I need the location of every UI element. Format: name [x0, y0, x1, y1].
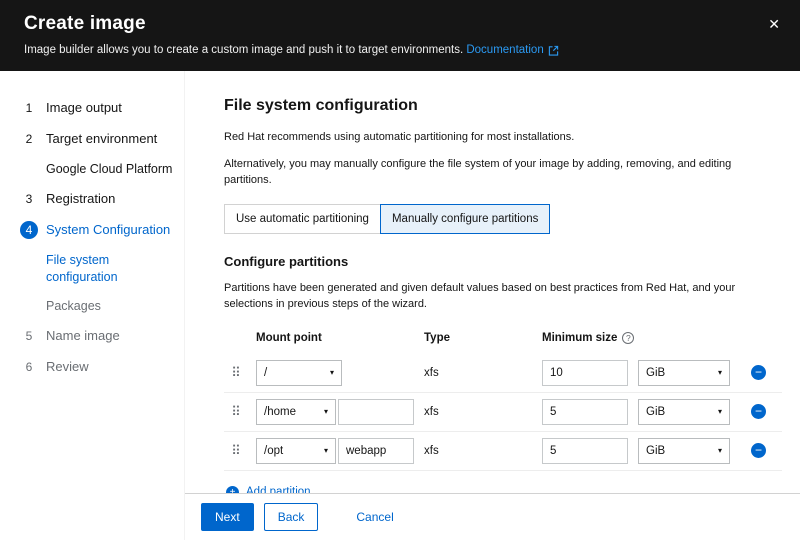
type-value: xfs: [424, 366, 439, 379]
wizard-step-target-environment[interactable]: 2 Target environment: [0, 124, 184, 155]
step-number: 3: [25, 191, 33, 206]
mount-point-select[interactable]: /home ▾: [256, 398, 336, 425]
add-partition-label: Add partition: [246, 486, 311, 493]
configure-partitions-description: Partitions have been generated and given…: [224, 281, 736, 310]
external-link-icon: [548, 45, 558, 56]
wizard-nav: 1 Image output 2 Target environment Goog…: [0, 71, 185, 540]
use-automatic-partitioning-button[interactable]: Use automatic partitioning: [224, 203, 380, 234]
create-image-wizard: Create image Image builder allows you to…: [0, 0, 800, 540]
drag-handle-icon[interactable]: ⠿: [224, 404, 248, 420]
close-icon[interactable]: ✕: [768, 17, 780, 31]
step-label: Packages: [46, 298, 101, 313]
step-label: Registration: [46, 190, 116, 206]
mount-point-value: /home: [264, 405, 296, 418]
intro-text-1: Red Hat recommends using automatic parti…: [224, 131, 575, 143]
step-label: Google Cloud Platform: [46, 162, 173, 176]
manually-configure-partitions-button[interactable]: Manually configure partitions: [379, 203, 551, 234]
type-header: Type: [424, 331, 450, 344]
plus-circle-icon: +: [226, 485, 239, 493]
partition-row: ⠿ / ▾ xfs GiB ▾ −: [224, 354, 782, 393]
configure-partitions-title: Configure partitions: [224, 253, 349, 269]
partition-row: ⠿ /home ▾ xfs GiB ▾: [224, 393, 782, 432]
unit-select[interactable]: GiB ▾: [638, 437, 730, 464]
chevron-down-icon: ▾: [323, 446, 328, 456]
step-number: 2: [25, 132, 33, 146]
chevron-down-icon: ▾: [717, 407, 722, 417]
remove-partition-button[interactable]: −: [751, 365, 766, 381]
help-icon[interactable]: ?: [622, 331, 635, 344]
mount-point-select[interactable]: / ▾: [256, 359, 342, 386]
intro-text-2: Alternatively, you may manually configur…: [224, 157, 732, 186]
documentation-link[interactable]: Documentation: [466, 44, 558, 56]
unit-select[interactable]: GiB ▾: [638, 359, 730, 386]
partitions-table: Mount point Type Minimum size ? ⠿ / ▾ xf…: [224, 324, 782, 471]
mount-point-header: Mount point: [256, 331, 322, 344]
wizard-step-image-output[interactable]: 1 Image output: [0, 93, 184, 124]
mount-point-value: /opt: [264, 444, 284, 457]
type-value: xfs: [424, 405, 439, 418]
step-label: Target environment: [46, 131, 158, 146]
minimum-size-input[interactable]: [542, 437, 628, 464]
wizard-step-system-configuration[interactable]: 4 System Configuration: [0, 215, 184, 246]
minimum-size-input[interactable]: [542, 359, 628, 386]
partitioning-toggle-group: Use automatic partitioning Manually conf…: [224, 203, 551, 234]
step-number: 1: [25, 101, 33, 115]
back-button[interactable]: Back: [263, 503, 319, 531]
wizard-description: Image builder allows you to create a cus…: [24, 44, 464, 56]
step-number: 4: [20, 220, 38, 239]
mount-point-suffix-input[interactable]: [338, 398, 414, 425]
remove-partition-button[interactable]: −: [751, 404, 766, 420]
chevron-down-icon: ▾: [717, 368, 722, 378]
unit-value: GiB: [646, 366, 666, 379]
remove-partition-button[interactable]: −: [751, 443, 766, 459]
wizard-step-review: 6 Review: [0, 352, 184, 383]
drag-handle-icon[interactable]: ⠿: [224, 443, 248, 459]
wizard-substep-packages[interactable]: Packages: [0, 292, 184, 321]
wizard-step-name-image: 5 Name image: [0, 321, 184, 352]
step-label: System Configuration: [46, 221, 171, 237]
minimum-size-header: Minimum size: [542, 331, 618, 344]
wizard-header: Create image Image builder allows you to…: [0, 0, 800, 71]
wizard-substep-google-cloud-platform[interactable]: Google Cloud Platform: [0, 155, 184, 184]
wizard-footer: Next Back Cancel: [185, 493, 800, 540]
cancel-button[interactable]: Cancel: [356, 510, 393, 524]
step-label: File system configuration: [46, 252, 118, 284]
wizard-step-registration[interactable]: 3 Registration: [0, 184, 184, 215]
wizard-main-column: File system configuration Red Hat recomm…: [185, 71, 800, 540]
add-partition-button[interactable]: + Add partition: [226, 485, 311, 493]
unit-value: GiB: [646, 444, 666, 457]
type-value: xfs: [424, 444, 439, 457]
chevron-down-icon: ▾: [717, 446, 722, 456]
section-title: File system configuration: [224, 97, 418, 114]
wizard-body: 1 Image output 2 Target environment Goog…: [0, 71, 800, 540]
step-number: 5: [25, 328, 33, 343]
step-label: Image output: [46, 100, 122, 115]
step-label: Review: [46, 358, 89, 374]
partition-table-header: Mount point Type Minimum size ?: [224, 324, 782, 354]
chevron-down-icon: ▾: [329, 368, 334, 378]
mount-point-select[interactable]: /opt ▾: [256, 437, 336, 464]
page-title: Create image: [24, 13, 146, 34]
step-label: Name image: [46, 327, 120, 343]
unit-select[interactable]: GiB ▾: [638, 398, 730, 425]
unit-value: GiB: [646, 405, 666, 418]
mount-point-value: /: [264, 366, 268, 379]
step-number: 6: [25, 359, 33, 374]
chevron-down-icon: ▾: [323, 407, 328, 417]
partition-row: ⠿ /opt ▾ xfs GiB ▾: [224, 432, 782, 471]
mount-point-suffix-input[interactable]: [338, 437, 414, 464]
documentation-link-label: Documentation: [466, 44, 544, 56]
next-button[interactable]: Next: [201, 503, 254, 531]
minimum-size-input[interactable]: [542, 398, 628, 425]
wizard-substep-file-system-configuration[interactable]: File system configuration: [0, 246, 184, 292]
file-system-configuration-panel: File system configuration Red Hat recomm…: [185, 71, 800, 493]
drag-handle-icon[interactable]: ⠿: [224, 365, 248, 381]
